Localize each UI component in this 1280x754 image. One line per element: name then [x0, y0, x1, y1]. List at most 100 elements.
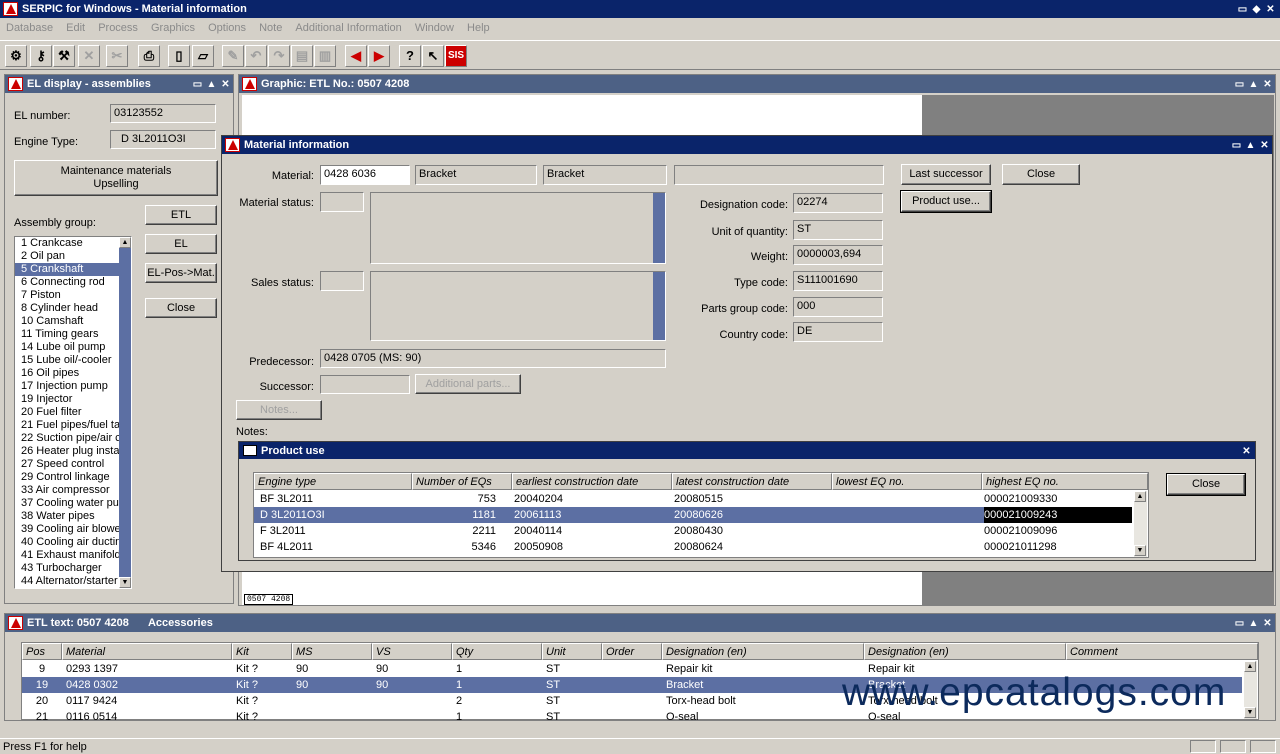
assembly-group-item[interactable]: 22 Suction pipe/air c [15, 432, 131, 445]
wrench-icon[interactable]: ⚒ [53, 45, 75, 67]
maximize-icon[interactable]: ▲ [1248, 79, 1259, 90]
close-icon[interactable]: ✕ [1262, 79, 1273, 90]
col-engine-type[interactable]: Engine type [254, 473, 412, 490]
scissors-icon[interactable]: ✂ [106, 45, 128, 67]
predecessor-field[interactable]: 0428 0705 (MS: 90) [320, 349, 666, 368]
menu-process[interactable]: Process [98, 22, 138, 34]
printer-icon[interactable]: ⎙ [138, 45, 160, 67]
assembly-group-item[interactable]: 27 Speed control [15, 458, 131, 471]
close-icon[interactable]: ✕ [1262, 618, 1273, 629]
pen-icon[interactable]: ✎ [222, 45, 244, 67]
product-use-button[interactable]: Product use... [900, 190, 992, 213]
scroll-down-icon[interactable]: ▼ [1244, 707, 1256, 718]
window2-icon[interactable]: ▥ [314, 45, 336, 67]
etl-scrollbar[interactable]: ▲ ▼ [1244, 661, 1257, 719]
assembly-scrollbar[interactable]: ▲ ▼ [119, 237, 131, 588]
col-kit[interactable]: Kit [232, 643, 292, 660]
close-icon[interactable]: ✕ [1241, 446, 1252, 457]
assembly-group-item[interactable]: 5 Crankshaft [15, 263, 131, 276]
assembly-group-item[interactable]: 20 Fuel filter [15, 406, 131, 419]
scroll-up-icon[interactable]: ▲ [1134, 491, 1146, 502]
menu-note[interactable]: Note [259, 22, 282, 34]
assembly-group-item[interactable]: 38 Water pipes [15, 510, 131, 523]
open-folder-icon[interactable]: ▱ [192, 45, 214, 67]
help-pointer-icon[interactable]: ↖ [422, 45, 444, 67]
notes-button[interactable]: Notes... [236, 400, 322, 420]
menu-edit[interactable]: Edit [66, 22, 85, 34]
maintenance-materials-button[interactable]: Maintenance materials Upselling [14, 160, 218, 196]
assembly-group-item[interactable]: 17 Injection pump [15, 380, 131, 393]
assembly-group-item[interactable]: 21 Fuel pipes/fuel ta [15, 419, 131, 432]
assembly-group-item[interactable]: 1 Crankcase [15, 237, 131, 250]
key-icon[interactable]: ⚷ [30, 45, 52, 67]
minimize-icon[interactable]: ▭ [1234, 618, 1245, 629]
new-file-icon[interactable]: ▯ [168, 45, 190, 67]
cross-icon[interactable]: ✕ [78, 45, 100, 67]
assembly-group-item[interactable]: 2 Oil pan [15, 250, 131, 263]
assembly-group-item[interactable]: 16 Oil pipes [15, 367, 131, 380]
menu-help[interactable]: Help [467, 22, 490, 34]
scroll-down-icon[interactable]: ▼ [1134, 545, 1146, 556]
assembly-group-item[interactable]: 44 Alternator/starter [15, 575, 131, 588]
assembly-group-item[interactable]: 39 Cooling air blower [15, 523, 131, 536]
tools-icon[interactable]: ⚙ [5, 45, 27, 67]
el-close-button[interactable]: Close [145, 298, 217, 318]
minimize-icon[interactable]: ▭ [1234, 79, 1245, 90]
assembly-group-item[interactable]: 14 Lube oil pump [15, 341, 131, 354]
product-use-row[interactable]: BF 3L2011 753 20040204 20080515 000021009330 [254, 491, 1132, 507]
engine-type-field[interactable]: D 3L2011O3I [110, 130, 216, 149]
material-close-button[interactable]: Close [1002, 164, 1080, 185]
col-pos[interactable]: Pos [22, 643, 62, 660]
col-ms[interactable]: MS [292, 643, 372, 660]
el-number-field[interactable]: 03123552 [110, 104, 216, 123]
product-use-row[interactable]: D 3L2011O3I 1181 20061113 20080626 000021009… [254, 507, 1132, 523]
assembly-group-item[interactable]: 41 Exhaust manifold [15, 549, 131, 562]
assembly-group-item[interactable]: 15 Lube oil/-cooler [15, 354, 131, 367]
undo-icon[interactable]: ↶ [245, 45, 267, 67]
col-vs[interactable]: VS [372, 643, 452, 660]
scroll-down-icon[interactable]: ▼ [119, 577, 131, 588]
assembly-group-item[interactable]: 19 Injector [15, 393, 131, 406]
el-button[interactable]: EL [145, 234, 217, 254]
window-icon[interactable]: ▤ [291, 45, 313, 67]
close-icon[interactable]: ✕ [1265, 4, 1276, 15]
assembly-group-item[interactable]: 43 Turbocharger [15, 562, 131, 575]
assembly-group-item[interactable]: 26 Heater plug instal [15, 445, 131, 458]
menu-database[interactable]: Database [6, 22, 53, 34]
col-lowest-eq[interactable]: lowest EQ no. [832, 473, 982, 490]
product-use-row[interactable]: F 3L2011 2211 20040114 20080430 000021009096 [254, 523, 1132, 539]
etl-button[interactable]: ETL [145, 205, 217, 225]
assembly-group-item[interactable]: 6 Connecting rod [15, 276, 131, 289]
product-use-scrollbar[interactable]: ▲ ▼ [1134, 491, 1147, 557]
assembly-group-list[interactable]: 1 Crankcase 2 Oil pan 5 Crankshaft 6 Connec… [14, 236, 132, 589]
assembly-group-item[interactable]: 7 Piston [15, 289, 131, 302]
arrow-left-icon[interactable]: ◀ [345, 45, 367, 67]
assembly-group-item[interactable]: 33 Air compressor [15, 484, 131, 497]
col-number-of-eqs[interactable]: Number of EQs [412, 473, 512, 490]
minimize-icon[interactable]: ▭ [1237, 4, 1248, 15]
sis-icon[interactable]: SIS [445, 45, 467, 67]
col-comment[interactable]: Comment [1066, 643, 1258, 660]
menu-options[interactable]: Options [208, 22, 246, 34]
restore-icon[interactable]: ◆ [1251, 4, 1262, 15]
col-designation-1[interactable]: Designation (en) [662, 643, 864, 660]
last-successor-button[interactable]: Last successor [901, 164, 991, 185]
assembly-group-item[interactable]: 10 Camshaft [15, 315, 131, 328]
assembly-group-item[interactable]: 11 Timing gears [15, 328, 131, 341]
successor-field[interactable] [320, 375, 410, 394]
product-use-close-button[interactable]: Close [1166, 473, 1246, 496]
assembly-group-item[interactable]: 37 Cooling water pur [15, 497, 131, 510]
material-field[interactable]: 0428 6036 [320, 165, 410, 185]
el-pos-mat-button[interactable]: EL-Pos->Mat. [145, 263, 217, 283]
close-icon[interactable]: ✕ [220, 79, 231, 90]
col-latest-date[interactable]: latest construction date [672, 473, 832, 490]
menu-graphics[interactable]: Graphics [151, 22, 195, 34]
question-icon[interactable]: ? [399, 45, 421, 67]
maximize-icon[interactable]: ▲ [206, 79, 217, 90]
assembly-group-item[interactable]: 29 Control linkage [15, 471, 131, 484]
col-earliest-date[interactable]: earliest construction date [512, 473, 672, 490]
redo-icon[interactable]: ↷ [268, 45, 290, 67]
col-qty[interactable]: Qty [452, 643, 542, 660]
menu-window[interactable]: Window [415, 22, 454, 34]
col-material[interactable]: Material [62, 643, 232, 660]
